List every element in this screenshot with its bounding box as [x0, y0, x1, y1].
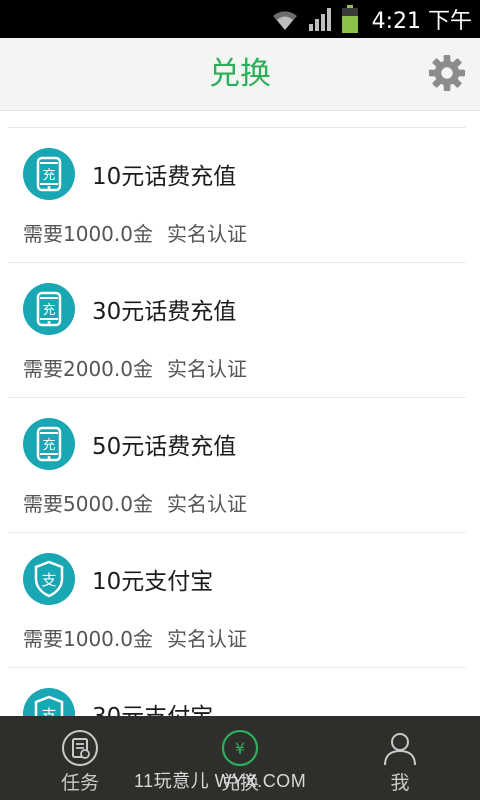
page-title: 兑换 [209, 56, 271, 92]
list-item[interactable]: 支 30元支付宝 [0, 668, 480, 716]
item-title: 30元话费充值 [92, 299, 237, 325]
svg-text:充: 充 [42, 302, 55, 318]
item-title: 50元话费充值 [92, 434, 237, 460]
tab-task[interactable]: 任务 [20, 716, 140, 800]
list-item[interactable]: 充 30元话费充值 需要2000.0金 实名认证 [0, 263, 480, 398]
item-requirement: 需要2000.0金 [23, 357, 153, 381]
battery-icon [341, 5, 358, 33]
alipay-icon: 支 [23, 688, 75, 716]
yen-coin-icon: ¥ [221, 729, 259, 767]
app-header: 兑换 [0, 38, 480, 111]
watermark: 11玩意儿 WYX.COM [134, 771, 307, 791]
tab-label: 任务 [60, 772, 99, 794]
svg-text:¥: ¥ [235, 739, 245, 758]
item-verification: 实名认证 [166, 492, 247, 516]
phone-recharge-icon: 充 [23, 148, 75, 200]
item-verification: 实名认证 [166, 627, 247, 651]
item-meta: 需要2000.0金 实名认证 [23, 353, 247, 382]
item-title: 10元话费充值 [92, 164, 237, 190]
phone-recharge-icon: 充 [23, 418, 75, 470]
item-meta: 需要1000.0金 实名认证 [23, 218, 247, 247]
item-requirement: 需要1000.0金 [23, 222, 153, 246]
item-title: 30元支付宝 [92, 697, 213, 716]
wifi-icon [272, 11, 297, 30]
exchange-list[interactable]: 充 10元话费充值 需要1000.0金 实名认证 充 30元话费充值 需要2000… [0, 111, 480, 716]
item-meta: 需要1000.0金 实名认证 [23, 623, 247, 652]
svg-text:充: 充 [42, 167, 55, 183]
item-requirement: 需要1000.0金 [23, 627, 153, 651]
status-icons: 4:21 下午 [270, 0, 472, 38]
status-bar: 4:21 下午 [0, 0, 480, 38]
signal-icon [308, 8, 331, 31]
item-verification: 实名认证 [166, 357, 247, 381]
bottom-tab-bar: 任务 ¥ 兑换 我 11玩意儿 WYX.COM [0, 716, 480, 800]
tab-me[interactable]: 我 [340, 716, 460, 800]
tab-label: 我 [390, 772, 410, 794]
list-item[interactable]: 充 10元话费充值 需要1000.0金 实名认证 [0, 128, 480, 263]
gear-icon[interactable] [428, 54, 466, 92]
item-verification: 实名认证 [166, 222, 247, 246]
phone-recharge-icon: 充 [23, 283, 75, 335]
user-icon [384, 733, 416, 766]
svg-text:支: 支 [41, 706, 56, 716]
status-time: 4:21 下午 [371, 9, 472, 34]
item-requirement: 需要5000.0金 [23, 492, 153, 516]
svg-text:充: 充 [42, 437, 55, 453]
list-item[interactable]: 充 50元话费充值 需要5000.0金 实名认证 [0, 398, 480, 533]
item-meta: 需要5000.0金 实名认证 [23, 488, 247, 517]
item-title: 10元支付宝 [92, 569, 214, 595]
list-item[interactable]: 支 10元支付宝 需要1000.0金 实名认证 [0, 533, 480, 668]
alipay-icon: 支 [23, 553, 75, 605]
task-icon [62, 730, 98, 766]
svg-text:支: 支 [41, 571, 56, 589]
